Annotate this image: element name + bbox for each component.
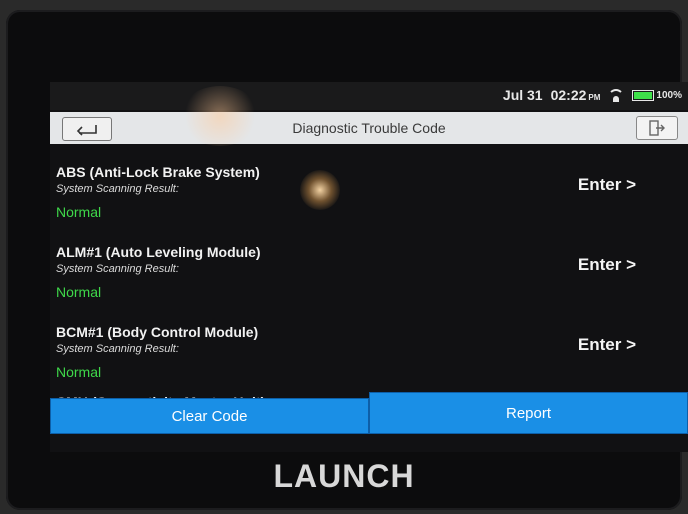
module-subtitle: System Scanning Result:	[56, 343, 179, 355]
enter-button[interactable]: Enter >	[578, 175, 636, 195]
module-name: ABS (Anti-Lock Brake System)	[56, 164, 260, 180]
device-screen: Jul 31 02:22 PM 100% Diagnostic Trouble …	[50, 82, 688, 452]
module-status: Normal	[56, 204, 102, 220]
exit-button[interactable]	[636, 116, 678, 140]
clear-code-button[interactable]: Clear Code	[50, 398, 369, 434]
module-subtitle: System Scanning Result:	[56, 263, 179, 275]
status-date: Jul 31	[502, 87, 543, 103]
list-item[interactable]: ABS (Anti-Lock Brake System) System Scan…	[50, 146, 688, 226]
light-glare	[180, 86, 260, 146]
list-item[interactable]: ALM#1 (Auto Leveling Module) System Scan…	[50, 226, 688, 306]
title-bar: Diagnostic Trouble Code	[50, 112, 688, 144]
exit-icon	[649, 120, 665, 136]
battery-percent: 100%	[656, 89, 682, 101]
module-name: BCM#1 (Body Control Module)	[56, 324, 259, 340]
action-bar: Clear Code Report	[50, 392, 688, 434]
report-button[interactable]: Report	[369, 392, 688, 434]
enter-button[interactable]: Enter >	[578, 335, 636, 355]
list-item[interactable]: BCM#1 (Body Control Module) System Scann…	[50, 306, 688, 386]
module-status: Normal	[56, 364, 102, 380]
module-list: ABS (Anti-Lock Brake System) System Scan…	[50, 146, 688, 406]
module-name: ALM#1 (Auto Leveling Module)	[56, 244, 261, 260]
status-indicators: Jul 31 02:22 PM 100%	[503, 87, 682, 103]
brand-logo: LAUNCH	[273, 458, 415, 494]
light-glare	[300, 170, 340, 210]
enter-button[interactable]: Enter >	[578, 255, 636, 275]
status-bar: Jul 31 02:22 PM 100%	[50, 82, 688, 110]
battery-icon	[632, 89, 655, 101]
module-status: Normal	[56, 284, 102, 300]
battery-indicator: 100%	[632, 89, 682, 101]
status-time: 02:22	[550, 87, 587, 103]
status-ampm: PM	[588, 92, 601, 102]
page-title: Diagnostic Trouble Code	[292, 120, 446, 136]
module-subtitle: System Scanning Result:	[56, 183, 179, 195]
wifi-icon	[608, 89, 625, 102]
battery-fill	[634, 91, 653, 99]
